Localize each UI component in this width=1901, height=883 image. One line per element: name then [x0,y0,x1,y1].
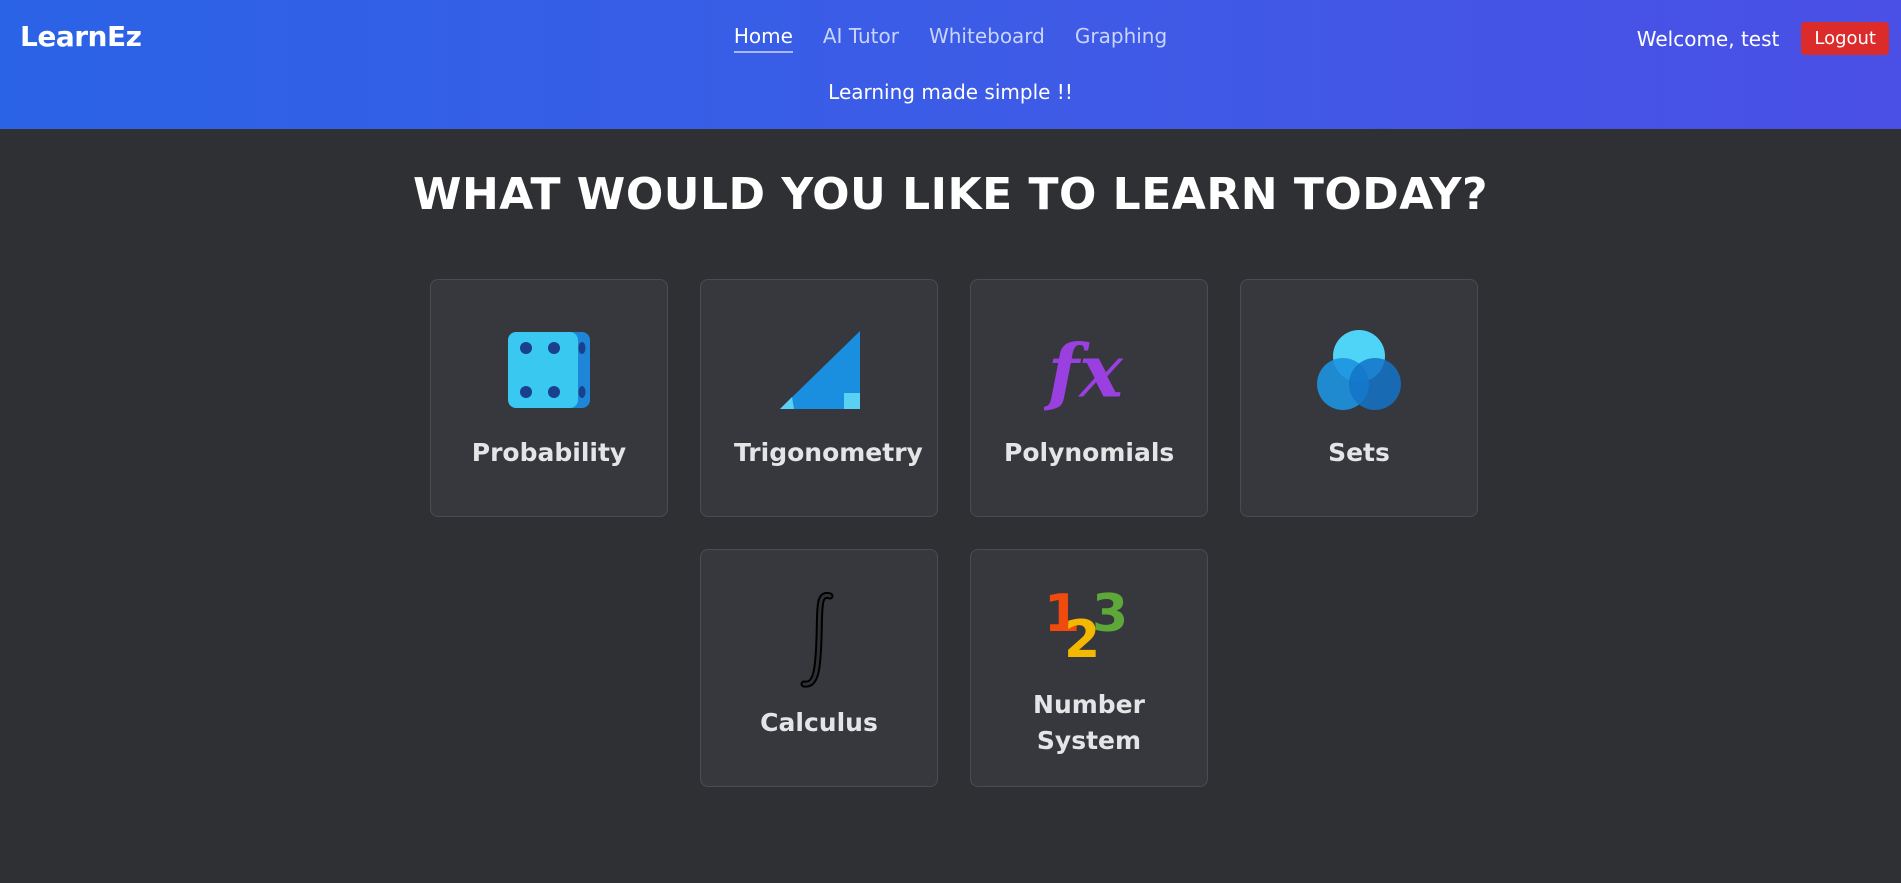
integral-icon [774,591,864,688]
user-box: Welcome, test Logout [1637,22,1889,55]
function-fx-icon: fx [1044,325,1134,415]
topic-label: Polynomials [1004,438,1175,467]
svg-text:fx: fx [1044,328,1124,412]
page-title: WHAT WOULD YOU LIKE TO LEARN TODAY? [412,169,1489,220]
nav-ai-tutor[interactable]: AI Tutor [823,24,899,53]
numbers-123-icon: 1 3 2 [1044,577,1134,667]
topic-card-probability[interactable]: Probability [430,279,668,517]
nav-whiteboard[interactable]: Whiteboard [929,24,1045,53]
dice-icon [504,325,594,415]
topic-label: Trigonometry [734,438,923,467]
nav-graphing[interactable]: Graphing [1075,24,1167,53]
main-nav: Home AI Tutor Whiteboard Graphing [0,24,1901,53]
topic-label: Sets [1328,438,1390,467]
topic-card-number-system[interactable]: 1 3 2 Number System [970,549,1208,787]
tagline: Learning made simple !! [828,80,1073,104]
triangle-icon [774,325,864,415]
svg-text:2: 2 [1064,610,1100,661]
topic-card-calculus[interactable]: Calculus [700,549,938,787]
topic-label: Calculus [760,708,878,737]
topic-card-polynomials[interactable]: fx Polynomials [970,279,1208,517]
welcome-text: Welcome, test [1636,26,1780,51]
topic-card-trigonometry[interactable]: Trigonometry [700,279,938,517]
topic-card-sets[interactable]: Sets [1240,279,1478,517]
topic-grid: Probability Trigonometry fx Polynomials [430,279,1481,787]
logout-button[interactable]: Logout [1801,22,1889,55]
topic-label: Number System [1033,690,1145,755]
top-header: LearnEz Home AI Tutor Whiteboard Graphin… [0,0,1901,129]
nav-home[interactable]: Home [733,24,793,53]
venn-diagram-icon [1314,325,1404,415]
topic-label: Probability [471,438,627,467]
